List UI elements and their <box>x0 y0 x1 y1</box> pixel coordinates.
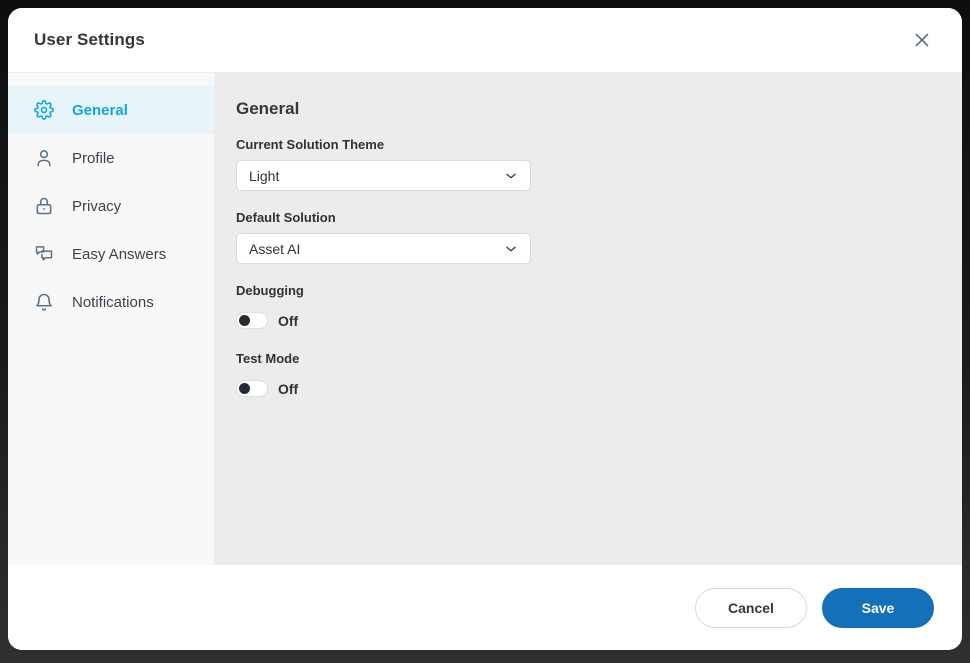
modal-title: User Settings <box>34 30 145 50</box>
sidebar-item-label: Notifications <box>72 294 154 311</box>
default-solution-label: Default Solution <box>236 210 932 225</box>
cancel-button[interactable]: Cancel <box>695 588 807 628</box>
settings-content: General Current Solution Theme Light Def… <box>214 73 962 565</box>
debugging-field: Debugging Off <box>236 283 932 329</box>
close-button[interactable] <box>908 26 936 54</box>
sidebar-item-general[interactable]: General <box>8 86 214 134</box>
test-mode-label: Test Mode <box>236 351 932 366</box>
test-mode-field: Test Mode Off <box>236 351 932 397</box>
modal-body: General Profile <box>8 73 962 565</box>
settings-sidebar: General Profile <box>8 73 214 565</box>
page-title: General <box>236 99 932 119</box>
toggle-knob <box>239 315 250 326</box>
default-solution-value: Asset AI <box>249 241 300 257</box>
sidebar-item-profile[interactable]: Profile <box>8 134 214 182</box>
theme-select[interactable]: Light <box>236 160 531 191</box>
person-icon <box>34 148 54 168</box>
save-button[interactable]: Save <box>822 588 934 628</box>
debugging-toggle-state: Off <box>278 313 298 329</box>
debugging-toggle[interactable] <box>236 312 268 329</box>
close-icon <box>914 32 930 48</box>
lock-icon <box>34 196 54 216</box>
test-mode-toggle-state: Off <box>278 381 298 397</box>
default-solution-select[interactable]: Asset AI <box>236 233 531 264</box>
theme-field-label: Current Solution Theme <box>236 137 932 152</box>
sidebar-item-notifications[interactable]: Notifications <box>8 278 214 326</box>
default-solution-field: Default Solution Asset AI <box>236 210 932 264</box>
sidebar-item-label: Easy Answers <box>72 246 166 263</box>
test-mode-toggle[interactable] <box>236 380 268 397</box>
modal-header: User Settings <box>8 8 962 73</box>
sidebar-item-label: Profile <box>72 150 115 167</box>
chevron-down-icon <box>504 169 518 183</box>
theme-select-value: Light <box>249 168 279 184</box>
theme-field: Current Solution Theme Light <box>236 137 932 191</box>
chat-bubbles-icon <box>34 244 54 264</box>
gear-icon <box>34 100 54 120</box>
bell-icon <box>34 292 54 312</box>
chevron-down-icon <box>504 242 518 256</box>
user-settings-modal: User Settings General <box>8 8 962 650</box>
sidebar-item-label: General <box>72 102 128 119</box>
sidebar-item-label: Privacy <box>72 198 121 215</box>
sidebar-item-privacy[interactable]: Privacy <box>8 182 214 230</box>
sidebar-item-easy-answers[interactable]: Easy Answers <box>8 230 214 278</box>
debugging-label: Debugging <box>236 283 932 298</box>
modal-footer: Cancel Save <box>8 565 962 650</box>
toggle-knob <box>239 383 250 394</box>
